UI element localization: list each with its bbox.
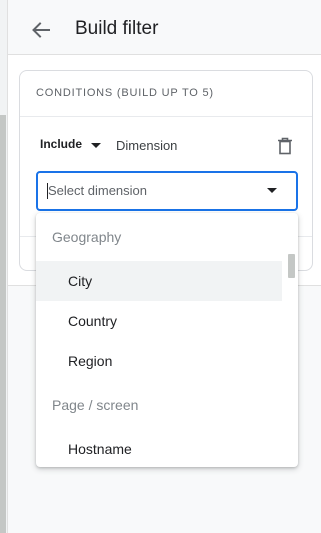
panel-header: Build filter [8,0,321,55]
menu-item-region[interactable]: Region [36,341,282,381]
menu-item-country[interactable]: Country [36,301,282,341]
select-dimension-input[interactable]: Select dimension [36,171,298,211]
text-cursor [47,183,48,199]
dimension-label: Dimension [116,138,178,153]
dropdown-scrollbar-thumb[interactable] [288,254,295,278]
conditions-card-header: CONDITIONS (BUILD UP TO 5) [20,71,312,117]
left-scrollbar-thumb[interactable] [0,115,6,533]
include-exclude-dropdown[interactable]: Include [40,137,102,151]
delete-condition-button[interactable] [274,134,296,158]
menu-item-hostname[interactable]: Hostname [36,429,282,467]
dimension-dropdown-menu: Geography City Country Region Page / scr… [36,213,298,467]
select-dimension-placeholder: Select dimension [48,183,147,198]
conditions-heading: CONDITIONS (BUILD UP TO 5) [36,87,214,99]
arrow-back-icon [32,22,50,38]
trash-icon [278,137,292,155]
back-button[interactable] [24,13,58,47]
chevron-down-icon[interactable] [267,188,277,193]
include-label: Include [40,137,83,151]
menu-item-city[interactable]: City [36,261,282,301]
page-title: Build filter [75,18,159,39]
menu-group-geography: Geography [52,229,122,245]
chevron-down-icon [91,142,102,148]
menu-group-page-screen: Page / screen [52,397,139,413]
